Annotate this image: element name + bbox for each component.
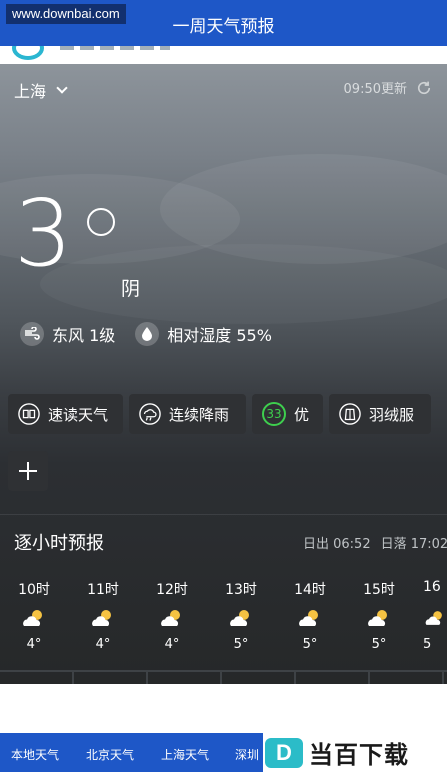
current-temperature: 3 <box>14 180 73 287</box>
nav-tab-local[interactable]: 本地天气 <box>11 746 59 763</box>
plus-icon <box>19 462 37 480</box>
partly-cloudy-icon <box>78 603 128 633</box>
hour-item: 11时 4° <box>78 579 128 652</box>
section-divider <box>0 514 447 515</box>
hour-temp: 4° <box>164 637 180 652</box>
hour-time: 11时 <box>87 582 119 598</box>
hourly-forecast[interactable]: 10时 4° 11时 4° 12时 4° 13时 5° 14时 5° 15时 5… <box>0 579 447 659</box>
hour-time: 15时 <box>363 582 395 598</box>
chip-label: 速读天气 <box>48 405 109 424</box>
partly-cloudy-icon <box>423 603 447 633</box>
chip-label: 连续降雨 <box>169 405 230 424</box>
humidity-label: 相对湿度 55% <box>167 326 272 345</box>
hour-time: 13时 <box>225 582 257 598</box>
brand-text: 当百下载 <box>309 741 409 769</box>
hour-time: 14时 <box>294 582 326 598</box>
hour-time: 16 <box>423 579 441 595</box>
app-screen: www.downbai.com 一周天气预报 上海 09:50更新 3 阴 东风… <box>0 0 447 772</box>
app-logo-strip <box>0 46 447 64</box>
add-chip-button[interactable] <box>8 451 48 491</box>
coat-icon <box>339 403 361 425</box>
chip-quick-read[interactable]: 速读天气 <box>8 394 123 434</box>
rain-cloud-icon <box>139 403 161 425</box>
app-logo-icon <box>12 46 44 60</box>
weather-condition: 阴 <box>121 278 141 300</box>
brand-watermark: D 当百下载 <box>263 733 447 772</box>
hour-temp: 5 <box>423 637 432 652</box>
partly-cloudy-icon <box>216 603 266 633</box>
hour-item: 10时 4° <box>9 579 59 652</box>
sun-times: 日出 06:52 日落 17:02 <box>303 533 447 552</box>
chevron-down-icon <box>56 82 68 94</box>
chip-air-quality[interactable]: 33 优 <box>252 394 323 434</box>
hour-item: 13时 5° <box>216 579 266 652</box>
hour-item: 16 5 <box>423 579 447 652</box>
humidity-info: 相对湿度 55% <box>135 322 272 346</box>
update-status: 09:50更新 <box>344 78 433 97</box>
chip-clothing[interactable]: 羽绒服 <box>329 394 431 434</box>
hour-item: 15时 5° <box>354 579 404 652</box>
top-bar: www.downbai.com 一周天气预报 <box>0 0 447 46</box>
book-icon <box>18 403 40 425</box>
sunrise-label: 日出 06:52 <box>303 537 371 552</box>
nav-tab-shenzhen[interactable]: 深圳 <box>235 746 259 763</box>
partly-cloudy-icon <box>354 603 404 633</box>
wind-label: 东风 1级 <box>52 326 116 345</box>
sunset-label: 日落 17:02 <box>380 537 447 552</box>
logo-text-fragment <box>60 46 170 50</box>
hour-temp: 5° <box>302 637 318 652</box>
brand-logo-icon: D <box>265 737 303 768</box>
degree-icon <box>87 208 115 236</box>
water-drop-icon <box>135 322 160 346</box>
hour-temp: 4° <box>95 637 111 652</box>
hour-temp: 5° <box>233 637 249 652</box>
nav-tab-beijing[interactable]: 北京天气 <box>86 746 134 763</box>
wind-icon <box>20 322 44 346</box>
refresh-icon[interactable] <box>415 79 433 97</box>
weather-meta: 东风 1级 相对湿度 55% <box>20 322 272 346</box>
weather-panel: 上海 09:50更新 3 阴 东风 1级 相对湿度 55% 速读天气 连续降雨 … <box>0 64 447 684</box>
partly-cloudy-icon <box>147 603 197 633</box>
hour-item: 14时 5° <box>285 579 335 652</box>
hour-item: 12时 4° <box>147 579 197 652</box>
chip-label: 优 <box>294 405 310 424</box>
nav-tab-shanghai[interactable]: 上海天气 <box>161 746 209 763</box>
aqi-ring-icon: 33 <box>262 402 286 426</box>
update-time: 09:50更新 <box>343 82 407 97</box>
city-selector[interactable]: 上海 <box>14 78 68 102</box>
hourly-title: 逐小时预报 <box>14 533 104 554</box>
hour-time: 12时 <box>156 582 188 598</box>
chip-rain[interactable]: 连续降雨 <box>129 394 246 434</box>
wind-info: 东风 1级 <box>20 322 115 346</box>
hour-temp: 5° <box>371 637 387 652</box>
hour-temp: 4° <box>26 637 42 652</box>
chip-label: 羽绒服 <box>369 405 415 424</box>
city-name: 上海 <box>14 82 47 101</box>
hour-time: 10时 <box>18 582 50 598</box>
timeline-ticks <box>0 672 447 684</box>
page-title: 一周天气预报 <box>172 17 275 37</box>
partly-cloudy-icon <box>9 603 59 633</box>
partly-cloudy-icon <box>285 603 335 633</box>
